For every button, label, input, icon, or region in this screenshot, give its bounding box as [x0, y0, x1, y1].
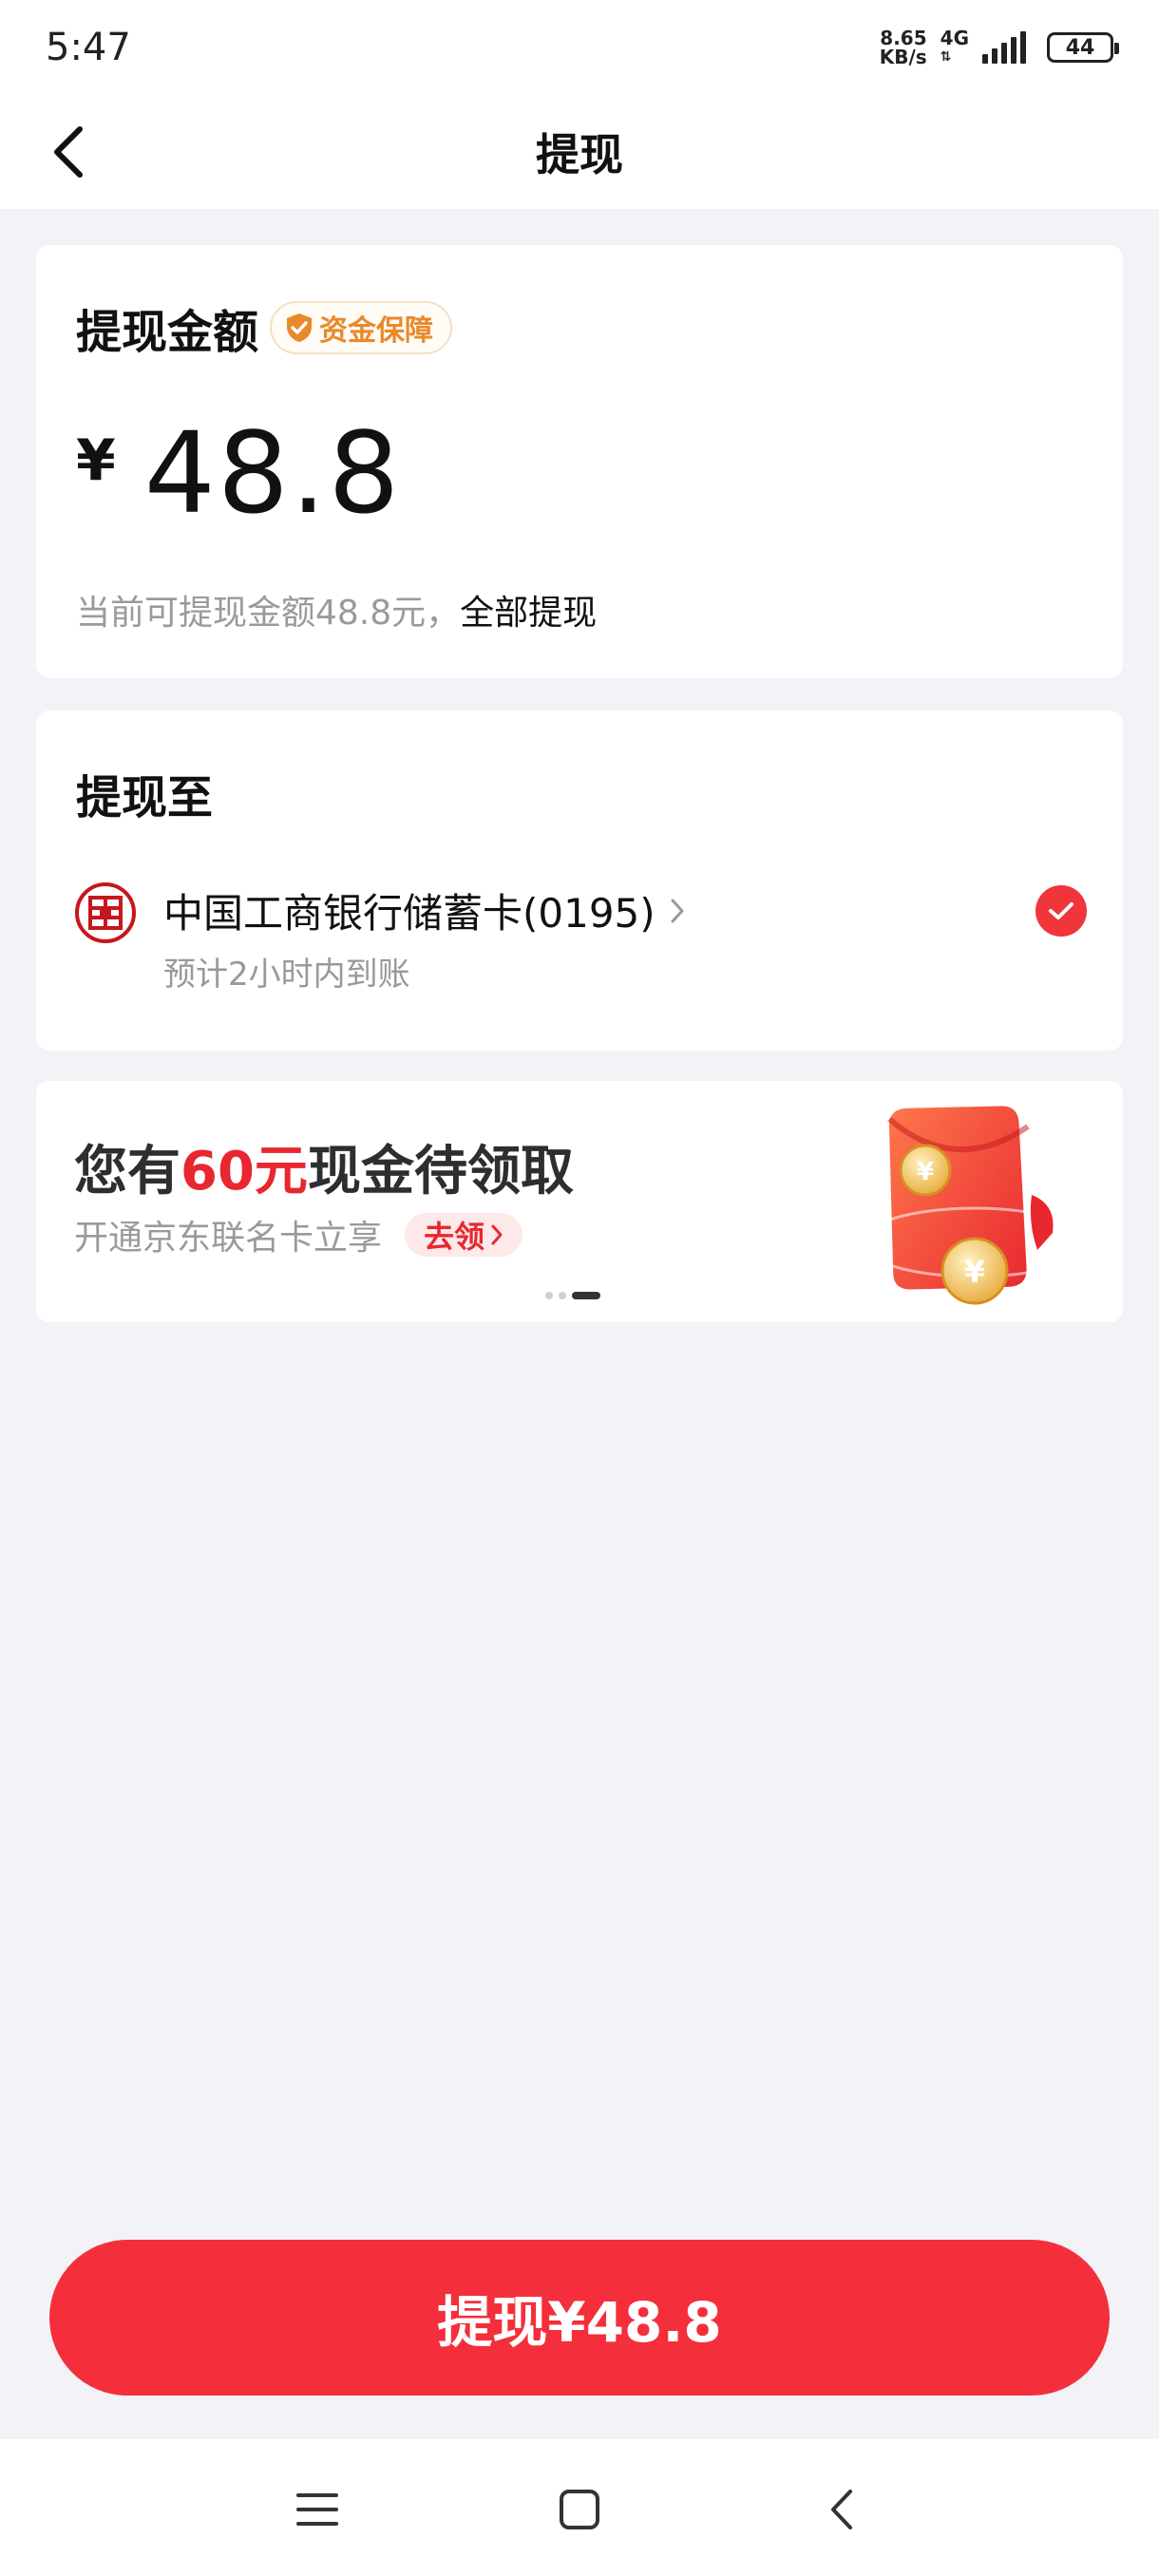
svg-text:¥: ¥ — [917, 1158, 934, 1186]
back-button[interactable] — [38, 122, 99, 182]
carousel-dot — [545, 1292, 553, 1299]
carousel-indicator — [545, 1292, 600, 1299]
battery-icon: 44 — [1047, 32, 1119, 63]
amount-heading: 提现金额 资金保障 — [76, 294, 453, 361]
shield-check-icon — [287, 313, 313, 342]
network-speed: 8.65 KB/s — [879, 27, 927, 68]
network-type: 4G ⇅ — [940, 27, 969, 65]
menu-button[interactable] — [289, 2481, 346, 2538]
signal-icon — [982, 31, 1026, 64]
check-icon — [1049, 902, 1074, 919]
currency-symbol: ¥ — [76, 427, 116, 494]
icbc-logo-icon — [75, 882, 136, 943]
system-back-button[interactable] — [813, 2481, 870, 2538]
chevron-left-icon — [54, 126, 83, 178]
withdraw-button[interactable]: 提现¥48.8 — [49, 2240, 1110, 2396]
chevron-left-icon — [831, 2490, 852, 2529]
carousel-dot-active — [572, 1292, 600, 1299]
menu-icon — [296, 2493, 338, 2526]
nav-bar: 提现 — [0, 95, 1159, 209]
status-bar: 5:47 8.65 KB/s 4G ⇅ 44 — [0, 0, 1159, 95]
amount-card: 提现金额 资金保障 ¥ 48.8 当前可提现金额48.8元， 全部提现 — [36, 245, 1123, 678]
chevron-right-icon — [671, 899, 684, 922]
available-amount: 当前可提现金额48.8元， 全部提现 — [76, 585, 597, 635]
withdraw-to-card: 提现至 中国工商银行储蓄卡(0195) 预计2小时内到账 — [36, 710, 1123, 1051]
amount-value[interactable]: 48.8 — [144, 407, 402, 540]
chevron-right-icon — [491, 1224, 503, 1245]
home-button[interactable] — [551, 2481, 608, 2538]
bank-account-selector[interactable]: 中国工商银行储蓄卡(0195) — [163, 881, 686, 939]
withdraw-to-heading: 提现至 — [76, 771, 214, 824]
svg-text:¥: ¥ — [964, 1254, 985, 1290]
arrival-time: 预计2小时内到账 — [163, 956, 410, 994]
system-nav-bar — [0, 2439, 1159, 2576]
claim-button[interactable]: 去领 — [405, 1213, 523, 1257]
selected-check-icon[interactable] — [1036, 885, 1087, 937]
page-title: 提现 — [536, 129, 623, 180]
home-square-icon — [560, 2490, 599, 2529]
status-icons: 8.65 KB/s 4G ⇅ 44 — [879, 27, 1119, 68]
amount-field[interactable]: ¥ 48.8 — [76, 407, 401, 540]
carousel-dot — [559, 1292, 566, 1299]
promo-subtitle: 开通京东联名卡立享 去领 — [74, 1210, 523, 1260]
promo-title: 您有60元现金待领取 — [74, 1141, 574, 1203]
withdraw-all-link[interactable]: 全部提现 — [460, 585, 597, 635]
promo-banner[interactable]: 您有60元现金待领取 开通京东联名卡立享 去领 ¥ ¥ — [36, 1081, 1123, 1322]
fund-guarantee-badge[interactable]: 资金保障 — [270, 301, 453, 354]
status-time: 5:47 — [46, 26, 131, 69]
data-arrows-icon: ⇅ — [940, 49, 953, 65]
red-envelope-illustration-icon: ¥ ¥ — [859, 1106, 1091, 1305]
